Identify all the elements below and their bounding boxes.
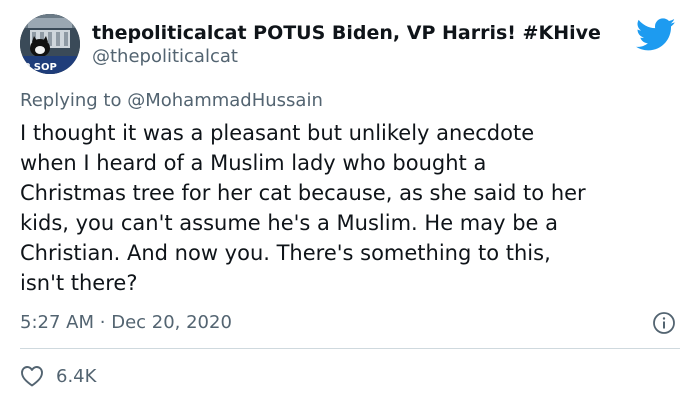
like-button[interactable]: 6.4K: [20, 365, 96, 387]
replying-to-label: Replying to: [20, 90, 122, 111]
tweet-card: P SOP thepoliticalcat POTUS Biden, VP Ha…: [0, 0, 700, 402]
avatar-text: P SOP: [23, 62, 57, 73]
tweet-timestamp[interactable]: 5:27 AM · Dec 20, 2020: [20, 312, 232, 333]
divider: [20, 348, 680, 349]
user-handle[interactable]: @thepoliticalcat: [92, 46, 238, 67]
display-name[interactable]: thepoliticalcat POTUS Biden, VP Harris! …: [92, 22, 601, 44]
meta-separator: ·: [99, 312, 106, 333]
like-count: 6.4K: [56, 365, 97, 387]
heart-icon: [21, 366, 43, 387]
tweet-time: 5:27 AM: [20, 312, 94, 333]
replying-to: Replying to @MohammadHussain: [20, 90, 323, 111]
avatar[interactable]: P SOP: [20, 14, 80, 74]
twitter-bird-icon[interactable]: [636, 18, 676, 52]
tweet-text: I thought it was a pleasant but unlikely…: [20, 121, 586, 295]
reply-mention-link[interactable]: @MohammadHussain: [127, 90, 323, 111]
tweet-date: Dec 20, 2020: [111, 312, 232, 333]
info-icon[interactable]: [652, 311, 676, 335]
avatar-image: P SOP: [20, 14, 80, 74]
